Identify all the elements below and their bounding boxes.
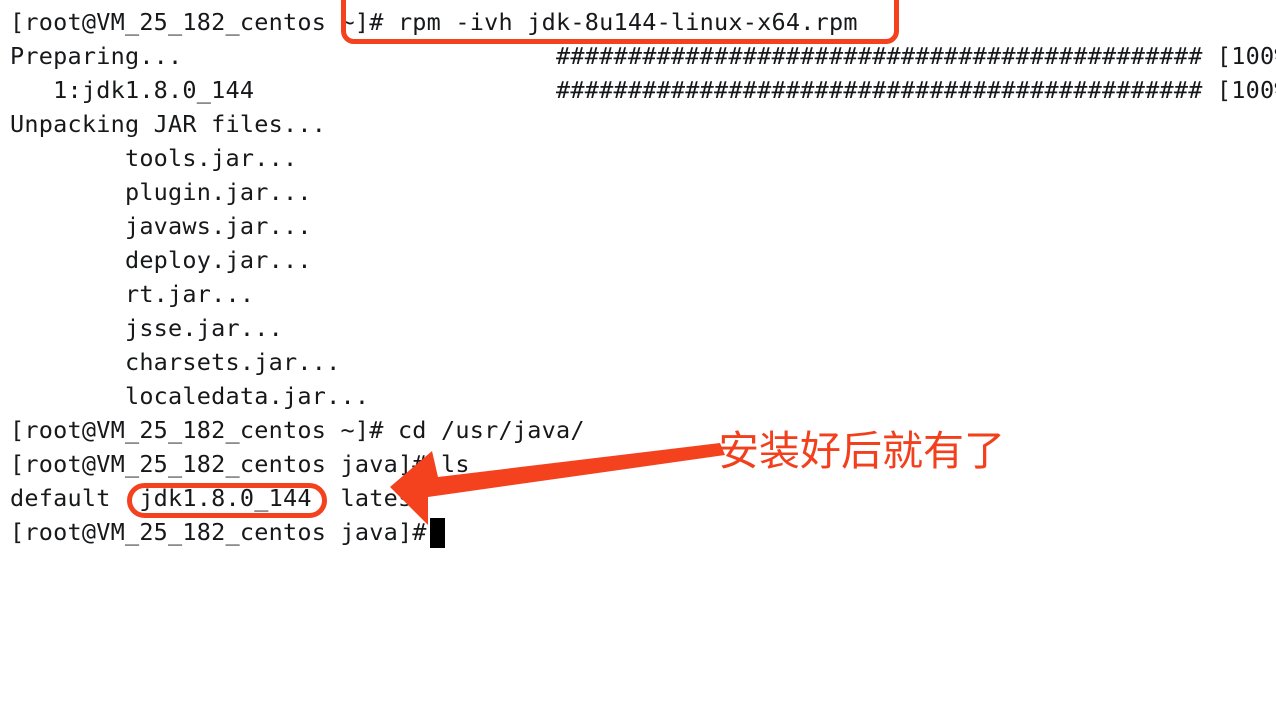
terminal-line-out-pkg-jdk: 1:jdk1.8.0_144 #########################… <box>10 76 1276 104</box>
terminal-line-out-jar-plugin: plugin.jar... <box>10 178 312 206</box>
terminal-line-out-ls-listing: default jdk1.8.0_144 latest <box>10 484 427 512</box>
terminal-cursor-block <box>430 518 445 548</box>
terminal-line-cmd-ls: [root@VM_25_182_centos java]# ls <box>10 450 470 478</box>
terminal-line-cmd-rpm-install: [root@VM_25_182_centos ~]# rpm -ivh jdk-… <box>10 8 858 36</box>
terminal-line-out-jar-charsets: charsets.jar... <box>10 348 341 376</box>
terminal-screenshot: [root@VM_25_182_centos ~]# rpm -ivh jdk-… <box>0 0 1276 726</box>
terminal-line-out-preparing: Preparing... ###########################… <box>10 42 1276 70</box>
terminal-output-area[interactable]: [root@VM_25_182_centos ~]# rpm -ivh jdk-… <box>0 0 1276 726</box>
terminal-line-prompt-final: [root@VM_25_182_centos java]# <box>10 518 442 546</box>
terminal-line-out-jar-jsse: jsse.jar... <box>10 314 283 342</box>
terminal-line-out-jar-localedata: localedata.jar... <box>10 382 370 410</box>
terminal-line-out-jar-rt: rt.jar... <box>10 280 255 308</box>
terminal-line-cmd-cd-usr-java: [root@VM_25_182_centos ~]# cd /usr/java/ <box>10 416 585 444</box>
terminal-line-out-jar-deploy: deploy.jar... <box>10 246 312 274</box>
terminal-line-out-jar-javaws: javaws.jar... <box>10 212 312 240</box>
terminal-line-out-jar-tools: tools.jar... <box>10 144 298 172</box>
terminal-line-out-unpacking: Unpacking JAR files... <box>10 110 327 138</box>
